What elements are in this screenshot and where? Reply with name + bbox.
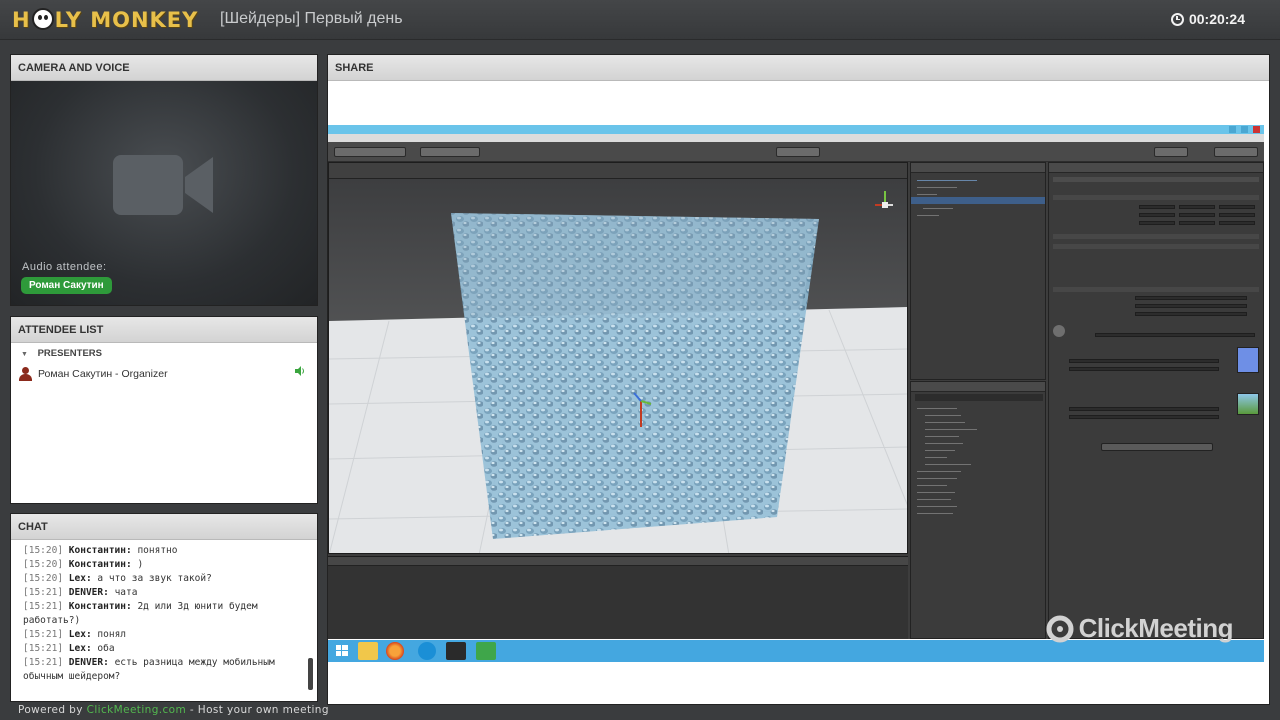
meeting-title: [Шейдеры] Первый день — [220, 10, 403, 27]
selected-row — [911, 197, 1045, 204]
share-panel-title: SHARE — [328, 55, 1269, 81]
user-icon — [19, 367, 32, 381]
chat-message: [15:20] Константин: ) — [23, 558, 303, 572]
chat-time: [15:20] — [23, 545, 64, 556]
holy-monkey-logo: H LY MONKEY — [12, 8, 199, 32]
close-icon — [1253, 126, 1260, 133]
presenters-label: PRESENTERS — [37, 348, 102, 359]
clickmeeting-app-icon — [476, 642, 496, 660]
chat-time: [15:21] — [23, 587, 64, 598]
camera-panel-title: CAMERA AND VOICE — [11, 55, 317, 81]
chat-author: Константин: — [68, 601, 132, 612]
chat-message: [15:21] DENVER: чата — [23, 586, 303, 600]
collapse-triangle-icon[interactable]: ▼ — [21, 351, 28, 358]
hierarchy-panel — [910, 162, 1046, 380]
clock-icon — [1170, 12, 1184, 26]
transform-tools — [334, 147, 406, 157]
attendee-row[interactable]: Роман Сакутин - Organizer — [11, 363, 317, 385]
play-controls — [776, 147, 820, 157]
chat-time: [15:21] — [23, 643, 64, 654]
inspector-tab — [1049, 163, 1263, 173]
monkey-face-icon — [31, 8, 54, 30]
chat-author: Lex: — [68, 573, 92, 584]
powered-by: Powered by ClickMeeting.com - Host your … — [18, 704, 329, 716]
chat-time: [15:20] — [23, 573, 64, 584]
video-camera-icon — [113, 155, 213, 215]
attendee-panel: ATTENDEE LIST ▼ PRESENTERS Роман Сакутин… — [10, 316, 318, 504]
chat-messages[interactable]: [15:20] Константин: понятно [15:20] Конс… — [11, 540, 317, 701]
chat-author: Константин: — [68, 559, 132, 570]
clickmeeting-logo-icon — [1046, 615, 1074, 642]
chat-author: Lex: — [68, 643, 92, 654]
clickmeeting-watermark: ClickMeeting — [1045, 613, 1234, 644]
chat-message: [15:21] DENVER: есть разница между мобил… — [23, 656, 303, 684]
maximize-icon — [1241, 126, 1248, 133]
firefox-icon — [386, 642, 404, 660]
add-component-button — [1101, 443, 1213, 451]
chat-time: [15:21] — [23, 601, 64, 612]
powered-prefix: Powered by — [18, 704, 83, 716]
clickmeeting-link[interactable]: ClickMeeting.com — [87, 704, 187, 716]
camera-area: Audio attendee: Роман Сакутин — [11, 81, 317, 305]
chat-time: [15:21] — [23, 629, 64, 640]
watermark-text: ClickMeeting — [1078, 613, 1234, 643]
project-panel — [910, 381, 1046, 639]
window-buttons — [1229, 126, 1260, 133]
unity-icon — [446, 642, 466, 660]
chat-text: оба — [97, 643, 115, 654]
screen-share-canvas[interactable]: ClickMeeting — [328, 81, 1269, 704]
unity-title-bar — [328, 125, 1264, 134]
project-search — [915, 394, 1043, 401]
file-explorer-icon — [358, 642, 378, 660]
chat-scrollbar[interactable] — [308, 658, 313, 690]
skype-icon — [418, 642, 436, 660]
audio-attendee-label: Audio attendee: — [22, 261, 107, 273]
top-bar: H LY MONKEY [Шейдеры] Первый день 00:20:2… — [0, 0, 1280, 40]
minimize-icon — [1229, 126, 1236, 133]
inspector-panel — [1048, 162, 1264, 639]
chat-text: чата — [114, 587, 138, 598]
layout-dropdown — [1214, 147, 1258, 157]
scene-render — [329, 179, 907, 553]
project-tab — [911, 382, 1045, 392]
scene-view — [328, 162, 908, 554]
powered-suffix: - Host your own meeting — [189, 704, 329, 716]
chat-message: [15:21] Константин: 2д или 3д юнити буде… — [23, 600, 303, 628]
chat-text: понял — [97, 629, 127, 640]
chat-time: [15:20] — [23, 559, 64, 570]
chat-author: DENVER: — [68, 657, 109, 668]
chat-message: [15:21] Lex: понял — [23, 628, 303, 642]
chat-author: DENVER: — [68, 587, 109, 598]
console-panel — [328, 556, 908, 639]
chat-text: а что за звук такой? — [97, 573, 212, 584]
presenters-group[interactable]: ▼ PRESENTERS — [11, 343, 317, 363]
scene-tabs — [329, 163, 907, 179]
camera-panel: CAMERA AND VOICE Audio attendee: Роман С… — [10, 54, 318, 306]
share-panel: SHARE ClickMeeting — [327, 54, 1270, 705]
unity-toolbar — [328, 142, 1264, 162]
chat-text: ) — [137, 559, 144, 570]
chat-message: [15:20] Константин: понятно — [23, 544, 303, 558]
attendee-panel-title: ATTENDEE LIST — [11, 317, 317, 343]
chat-panel: CHAT [15:20] Константин: понятно [15:20]… — [10, 513, 318, 702]
meeting-timer: 00:20:24 — [1170, 11, 1245, 27]
unity-menu-bar — [328, 134, 1264, 142]
chat-message: [15:20] Lex: а что за звук такой? — [23, 572, 303, 586]
chat-time: [15:21] — [23, 657, 64, 668]
speaker-badge[interactable]: Роман Сакутин — [21, 277, 112, 294]
speaker-volume-icon[interactable] — [295, 366, 305, 376]
chat-author: Константин: — [68, 545, 132, 556]
chat-author: Lex: — [68, 629, 92, 640]
shared-unity-editor — [328, 125, 1264, 662]
layers-dropdown — [1154, 147, 1188, 157]
console-tab — [328, 557, 908, 566]
chat-panel-title: CHAT — [11, 514, 317, 540]
windows-start-icon — [336, 645, 348, 656]
timer-value: 00:20:24 — [1188, 11, 1245, 27]
attendee-name: Роман Сакутин - Organizer — [38, 368, 168, 380]
chat-message: [15:21] Lex: оба — [23, 642, 303, 656]
pivot-toggle — [420, 147, 480, 157]
chat-text: понятно — [137, 545, 178, 556]
hierarchy-tab — [911, 163, 1045, 173]
